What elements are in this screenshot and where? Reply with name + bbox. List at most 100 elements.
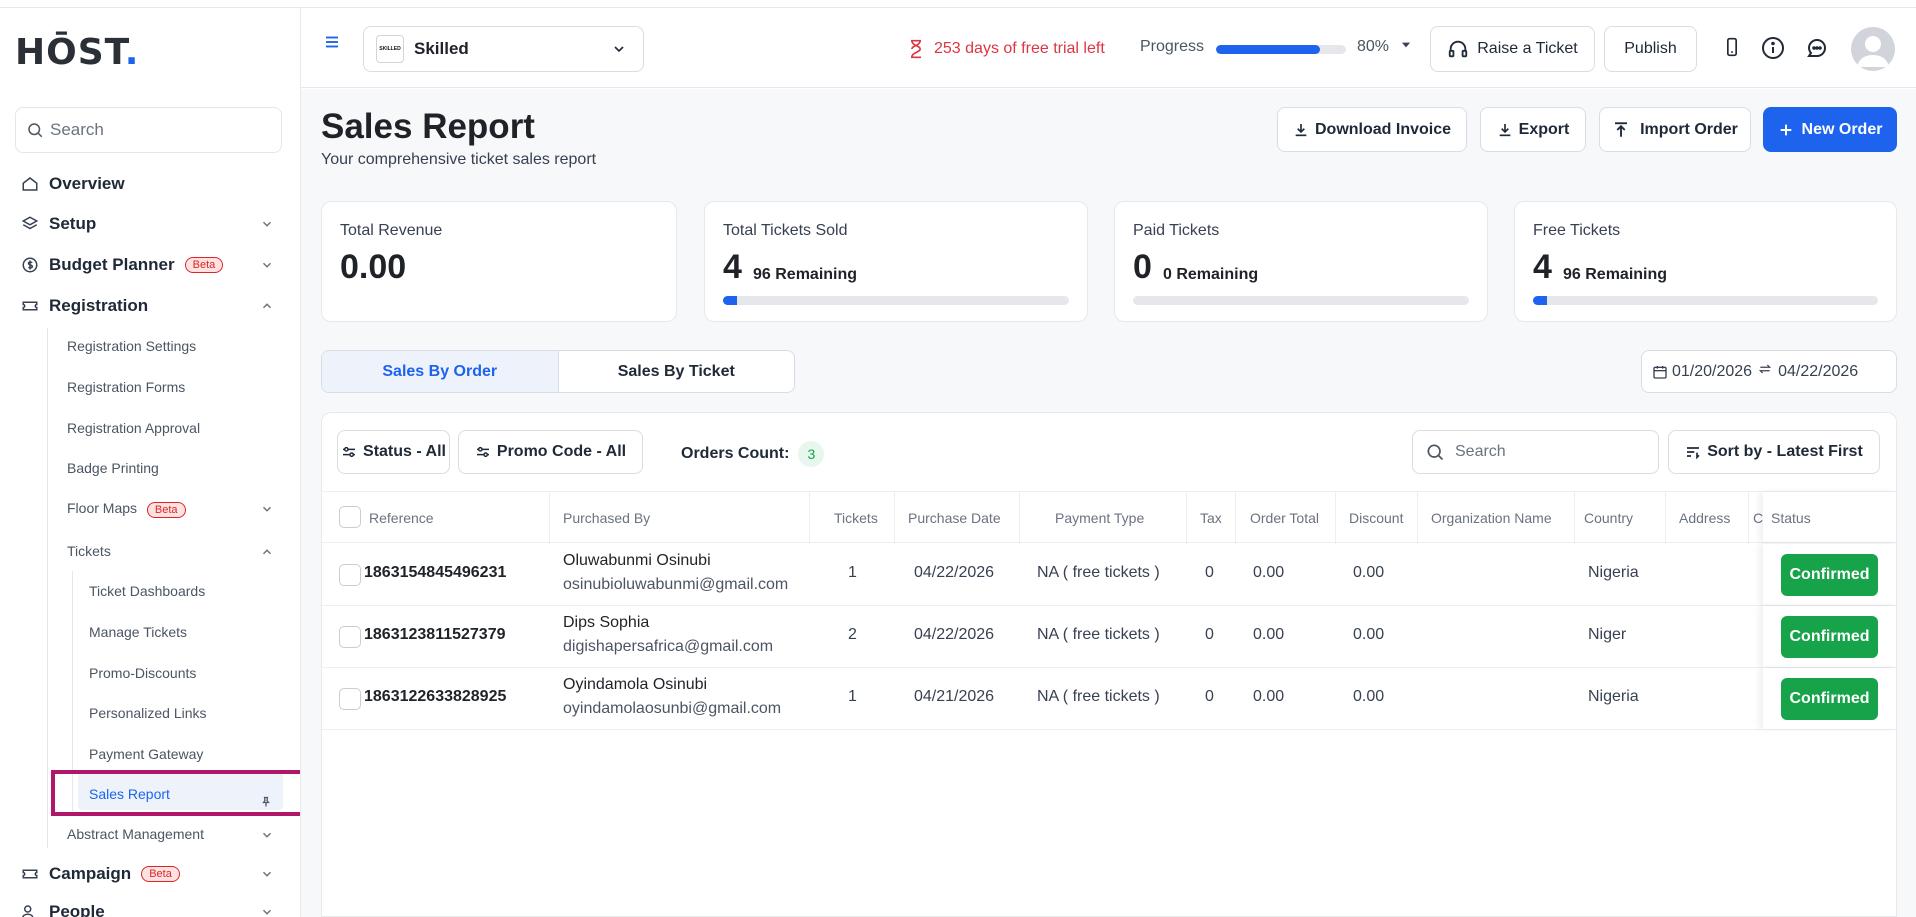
sidebar-item-promo-discounts[interactable]: Promo-Discounts <box>89 665 282 681</box>
column-header-organization[interactable]: Organization Name <box>1431 510 1552 526</box>
column-header-country[interactable]: Country <box>1584 510 1633 526</box>
column-header-purchased-by[interactable]: Purchased By <box>563 510 650 526</box>
sidebar-item-payment-gateway[interactable]: Payment Gateway <box>89 746 282 762</box>
sidebar-item-personalized-links[interactable]: Personalized Links <box>89 705 282 721</box>
sidebar-item-ticket-dashboards[interactable]: Ticket Dashboards <box>89 583 282 599</box>
sidebar-item-campaign[interactable]: Campaign Beta <box>20 864 282 884</box>
tab-sales-by-ticket[interactable]: Sales By Ticket <box>559 351 795 392</box>
progress-bar <box>1216 45 1346 54</box>
sidebar-item-manage-tickets[interactable]: Manage Tickets <box>89 624 282 640</box>
home-icon <box>20 174 40 194</box>
mobile-icon[interactable] <box>1722 36 1742 63</box>
date-range-picker[interactable]: 01/20/2026 04/22/2026 <box>1641 350 1897 393</box>
info-icon[interactable] <box>1761 36 1785 65</box>
date-from: 01/20/2026 <box>1672 362 1753 380</box>
sidebar-item-registration-settings[interactable]: Registration Settings <box>67 338 282 354</box>
chevron-down-icon <box>260 502 274 519</box>
purchaser-name: Oyindamola Osinubi <box>563 676 708 693</box>
column-header-tax[interactable]: Tax <box>1200 510 1222 526</box>
sidebar-item-floor-maps[interactable]: Floor Maps Beta <box>67 500 282 518</box>
promo-filter-label: Promo Code - All <box>496 443 627 460</box>
status-filter-button[interactable]: Status - All <box>337 430 450 474</box>
country: Nigeria <box>1588 688 1639 705</box>
table-row[interactable]: 1863154845496231 Oluwabunmi Osinubi osinub… <box>322 544 1896 606</box>
sidebar-item-registration-forms[interactable]: Registration Forms <box>67 379 282 395</box>
row-checkbox[interactable] <box>339 626 361 648</box>
tax-value: 0 <box>1205 688 1214 705</box>
sidebar-item-registration[interactable]: Registration <box>20 296 282 316</box>
sidebar-item-people[interactable]: People <box>20 902 282 917</box>
purchase-date: 04/21/2026 <box>914 688 995 705</box>
status-badge[interactable]: Confirmed <box>1781 678 1878 720</box>
hourglass-icon <box>911 39 922 59</box>
event-selector[interactable]: SKILLED Skilled <box>363 26 644 72</box>
sidebar-item-registration-approval[interactable]: Registration Approval <box>67 420 282 436</box>
menu-icon[interactable] <box>323 33 341 56</box>
chat-icon[interactable] <box>1805 36 1829 65</box>
select-all-checkbox[interactable] <box>339 506 361 528</box>
column-divider <box>549 492 550 544</box>
sidebar-item-overview[interactable]: Overview <box>20 174 282 194</box>
date-to: 04/22/2026 <box>1778 362 1859 380</box>
download-invoice-button[interactable]: Download Invoice <box>1277 107 1467 152</box>
stat-progress-bar <box>1133 296 1469 305</box>
import-order-button[interactable]: Import Order <box>1599 107 1751 152</box>
raise-ticket-button[interactable]: Raise a Ticket <box>1430 26 1595 72</box>
stat-progress-fill <box>723 296 737 305</box>
row-checkbox[interactable] <box>339 564 361 586</box>
discount-value: 0.00 <box>1353 626 1385 643</box>
column-header-status[interactable]: Status <box>1771 510 1811 526</box>
purchaser-email: oyindamolaosunbi@gmail.com <box>563 700 782 717</box>
sidebar-item-budget-planner[interactable]: Budget Planner Beta <box>20 255 282 275</box>
publish-label: Publish <box>1624 40 1677 57</box>
event-name: Skilled <box>414 39 469 58</box>
sidebar-item-label: Budget Planner <box>49 255 175 274</box>
status-badge[interactable]: Confirmed <box>1781 616 1878 658</box>
promo-filter-button[interactable]: Promo Code - All <box>458 430 643 474</box>
import-order-label: Import Order <box>1640 120 1738 138</box>
table-row[interactable]: 1863123811527379 Dips Sophia digishapersaf… <box>322 606 1896 668</box>
status-column-header: Status <box>1763 492 1896 542</box>
download-icon <box>1499 123 1510 136</box>
stat-card-total-revenue: Total Revenue 0.00 <box>321 201 677 322</box>
sort-button[interactable]: Sort by - Latest First <box>1668 430 1880 474</box>
sidebar-item-abstract-management[interactable]: Abstract Management <box>67 826 282 842</box>
publish-button[interactable]: Publish <box>1604 26 1697 72</box>
stat-card-free: Free Tickets 4 96 Remaining <box>1514 201 1897 322</box>
avatar[interactable] <box>1851 27 1895 71</box>
row-checkbox[interactable] <box>339 688 361 710</box>
sidebar-item-badge-printing[interactable]: Badge Printing <box>67 460 282 476</box>
orders-count: Orders Count: 3 <box>681 441 825 467</box>
host-logo[interactable]: HŌST. <box>15 32 139 73</box>
order-reference: 1863154845496231 <box>364 564 507 581</box>
column-header-reference[interactable]: Reference <box>369 510 434 526</box>
order-reference: 1863123811527379 <box>364 626 506 643</box>
beta-badge: Beta <box>141 866 180 882</box>
column-header-tickets[interactable]: Tickets <box>834 510 878 526</box>
status-badge[interactable]: Confirmed <box>1781 554 1878 596</box>
column-header-payment-type[interactable]: Payment Type <box>1055 510 1144 526</box>
column-divider <box>809 492 810 544</box>
sidebar-item-tickets[interactable]: Tickets <box>67 543 282 559</box>
caret-down-icon[interactable] <box>1399 38 1413 57</box>
chevron-down-icon <box>260 216 274 236</box>
new-order-button[interactable]: New Order <box>1763 107 1897 152</box>
logo-text: HŌST <box>15 32 125 73</box>
sidebar-item-setup[interactable]: Setup <box>20 214 282 234</box>
table-row[interactable]: 1863122633828925 Oyindamola Osinubi oyinda… <box>322 668 1896 730</box>
chevron-down-icon <box>260 828 274 845</box>
column-header-truncated[interactable]: C <box>1753 510 1763 526</box>
selection-highlight <box>51 770 300 816</box>
payment-type: NA ( free tickets ) <box>1037 564 1160 581</box>
stat-remaining: 0 Remaining <box>1163 266 1259 283</box>
chevron-up-icon <box>260 298 274 318</box>
tab-sales-by-order[interactable]: Sales By Order <box>322 351 559 392</box>
export-button[interactable]: Export <box>1480 107 1586 152</box>
column-header-address[interactable]: Address <box>1679 510 1730 526</box>
column-header-discount[interactable]: Discount <box>1349 510 1403 526</box>
column-header-purchase-date[interactable]: Purchase Date <box>908 510 1001 526</box>
table-search-input[interactable]: Search <box>1412 430 1659 474</box>
sidebar-search-input[interactable]: Search <box>15 107 282 153</box>
column-header-order-total[interactable]: Order Total <box>1250 510 1319 526</box>
order-reference: 1863122633828925 <box>364 688 507 705</box>
